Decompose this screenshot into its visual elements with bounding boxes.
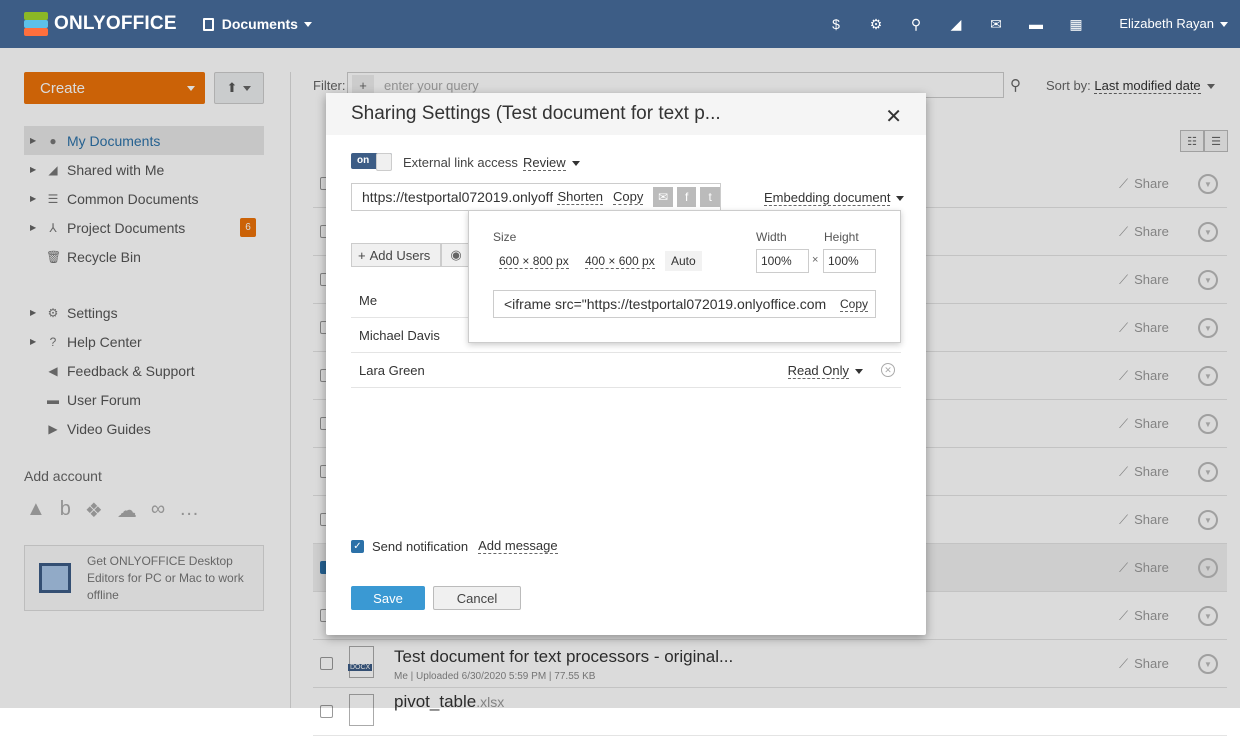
list-item: Lara Green Read Only ✕ bbox=[351, 353, 901, 388]
width-label: Width bbox=[756, 230, 787, 244]
height-input[interactable]: 100% bbox=[823, 249, 876, 273]
size-option-600x800[interactable]: 600 × 800 px bbox=[493, 251, 575, 271]
plus-icon: + bbox=[358, 247, 366, 263]
height-label: Height bbox=[824, 230, 859, 244]
cancel-button[interactable]: Cancel bbox=[433, 586, 521, 610]
access-rights-value: Review bbox=[523, 155, 566, 171]
embedding-document-dropdown[interactable]: Embedding document bbox=[764, 190, 905, 206]
remove-user-icon[interactable]: ✕ bbox=[881, 363, 895, 377]
module-name: Documents bbox=[221, 16, 298, 32]
size-option-auto[interactable]: Auto bbox=[665, 251, 702, 271]
search-icon[interactable]: ⚲ bbox=[906, 14, 926, 34]
chevron-down-icon bbox=[571, 161, 580, 167]
times-sign: × bbox=[812, 254, 819, 266]
share-link-url[interactable]: https://testportal072019.onlyoffice.com/ bbox=[362, 189, 553, 205]
shorten-link[interactable]: Shorten bbox=[557, 189, 604, 205]
permission-value: Read Only bbox=[787, 362, 849, 379]
copy-embed-code[interactable]: Copy bbox=[840, 297, 869, 312]
facebook-icon[interactable]: f bbox=[676, 187, 697, 207]
documents-icon bbox=[202, 17, 214, 31]
send-notification-checkbox[interactable]: ✓ bbox=[351, 539, 364, 553]
add-users-label: Add Users bbox=[369, 247, 431, 263]
chat-icon[interactable]: ▬ bbox=[1026, 14, 1046, 34]
calendar-icon[interactable]: ▦ bbox=[1066, 14, 1086, 34]
access-rights-dropdown[interactable]: Review bbox=[523, 155, 580, 171]
sharing-settings-dialog: Sharing Settings (Test document for text… bbox=[326, 93, 926, 635]
mail-icon[interactable]: ✉ bbox=[986, 14, 1006, 34]
embed-code[interactable]: <iframe src="https://testportal072019.on… bbox=[504, 296, 834, 312]
external-link-toggle[interactable]: on bbox=[351, 153, 392, 171]
user-name: Michael Davis bbox=[359, 327, 440, 343]
eye-icon[interactable]: ◉ bbox=[441, 243, 471, 267]
feed-icon[interactable]: ◢ bbox=[946, 14, 966, 34]
size-label: Size bbox=[493, 230, 517, 244]
chevron-down-icon bbox=[855, 368, 863, 374]
embed-code-field[interactable]: <iframe src="https://testportal072019.on… bbox=[493, 290, 876, 318]
twitter-icon[interactable]: t bbox=[700, 187, 720, 207]
email-icon[interactable]: ✉ bbox=[653, 187, 673, 207]
external-link-label: External link access bbox=[403, 155, 518, 170]
top-bar: ONLYOFFICE Documents $ ⚙ ⚲ ◢ ✉ ▬ ▦ Eliza… bbox=[0, 0, 1240, 48]
user-name: Elizabeth Rayan bbox=[1119, 16, 1214, 31]
close-icon[interactable]: ✕ bbox=[885, 104, 902, 129]
chevron-down-icon bbox=[303, 21, 312, 27]
size-option-text: 600 × 800 px bbox=[499, 254, 569, 269]
onlyoffice-logo[interactable]: ONLYOFFICE bbox=[24, 12, 177, 36]
add-users-button[interactable]: + Add Users bbox=[351, 243, 441, 267]
gear-icon[interactable]: ⚙ bbox=[866, 14, 886, 34]
dialog-header: Sharing Settings (Test document for text… bbox=[326, 93, 926, 135]
permission-dropdown[interactable]: Read Only bbox=[787, 362, 863, 379]
copy-link[interactable]: Copy bbox=[613, 189, 644, 205]
share-link-field[interactable]: https://testportal072019.onlyoffice.com/… bbox=[351, 183, 721, 211]
user-name: Me bbox=[359, 292, 378, 308]
user-menu[interactable]: Elizabeth Rayan bbox=[1119, 16, 1228, 31]
logo-text: ONLYOFFICE bbox=[54, 13, 177, 34]
size-option-400x600[interactable]: 400 × 600 px bbox=[579, 251, 661, 271]
size-option-text: 400 × 600 px bbox=[585, 254, 655, 269]
chevron-down-icon bbox=[896, 196, 905, 202]
embedding-popup: Size 600 × 800 px 400 × 600 px Auto Widt… bbox=[468, 210, 901, 343]
save-button[interactable]: Save bbox=[351, 586, 425, 610]
chevron-down-icon bbox=[1220, 22, 1228, 28]
user-name: Lara Green bbox=[359, 362, 425, 378]
embedding-label: Embedding document bbox=[764, 190, 891, 206]
logo-icon bbox=[24, 12, 48, 36]
dialog-title: Sharing Settings (Test document for text… bbox=[351, 103, 721, 124]
send-notification-label: Send notification bbox=[372, 538, 469, 554]
module-switcher[interactable]: Documents bbox=[202, 16, 312, 32]
send-notification: ✓ Send notification Add message bbox=[351, 538, 558, 554]
dollar-icon[interactable]: $ bbox=[826, 14, 846, 34]
width-input[interactable]: 100% bbox=[756, 249, 809, 273]
add-message-link[interactable]: Add message bbox=[478, 538, 558, 554]
